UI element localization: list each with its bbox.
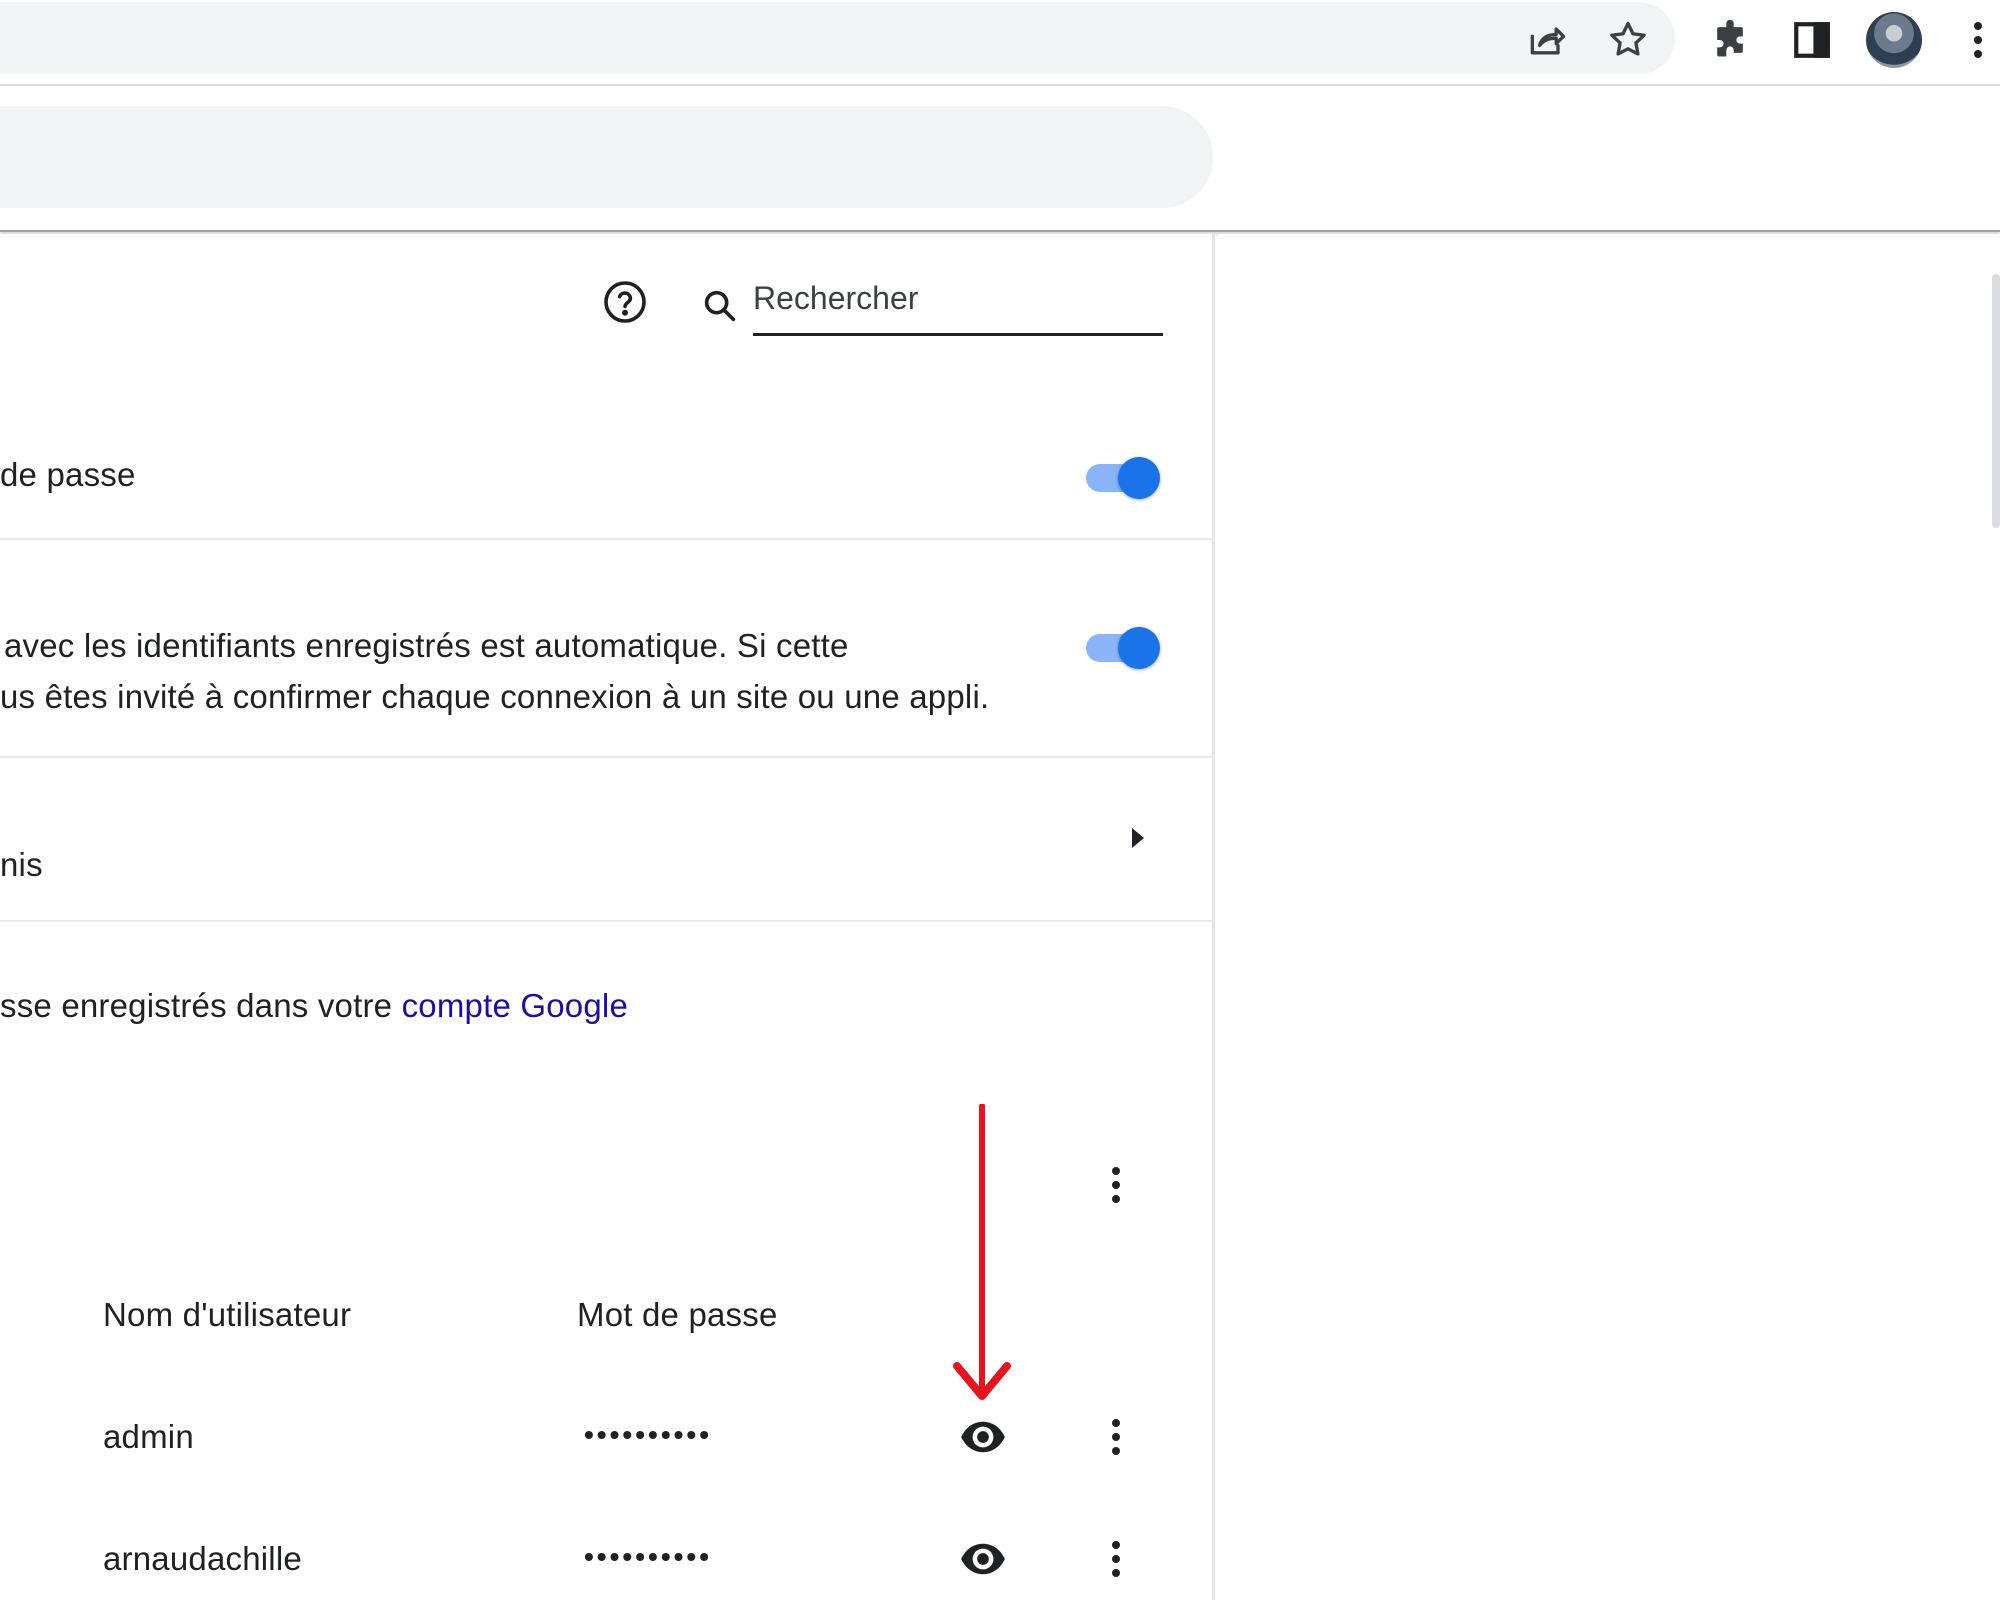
share-icon[interactable] <box>1519 12 1575 68</box>
account-note: sse enregistrés dans votre compte Google <box>0 987 628 1025</box>
eye-icon[interactable] <box>955 1531 1011 1587</box>
avatar[interactable] <box>1866 12 1922 68</box>
auto-signin-description-line2: us êtes invité à confirmer chaque connex… <box>0 678 990 715</box>
chevron-right-icon <box>1132 828 1144 848</box>
google-account-link[interactable]: compte Google <box>402 987 628 1024</box>
annotation-arrow <box>953 1104 1011 1400</box>
column-header-password: Mot de passe <box>577 1296 778 1333</box>
account-note-text: sse enregistrés dans votre <box>0 987 402 1024</box>
search-placeholder: Rechercher <box>753 280 919 316</box>
help-icon[interactable] <box>597 274 653 330</box>
offer-save-passwords-label: de passe <box>0 456 136 493</box>
password-cell: •••••••••• <box>584 1541 713 1572</box>
username-cell: admin <box>103 1418 194 1455</box>
never-saved-row[interactable] <box>0 758 1215 920</box>
auto-signin-toggle[interactable] <box>1082 625 1162 669</box>
eye-icon[interactable] <box>955 1409 1011 1465</box>
browser-toolbar <box>0 0 2000 86</box>
address-bar[interactable] <box>0 2 1675 74</box>
divider <box>0 538 1215 540</box>
row-menu-icon[interactable] <box>1096 1409 1136 1465</box>
divider <box>0 920 1215 922</box>
column-header-username: Nom d'utilisateur <box>103 1296 352 1333</box>
auto-signin-description-line1: avec les identifiants enregistrés est au… <box>4 627 849 664</box>
password-cell: •••••••••• <box>584 1419 713 1450</box>
menu-icon[interactable] <box>1958 12 1998 68</box>
username-cell: arnaudachille <box>103 1540 302 1577</box>
puzzle-icon[interactable] <box>1702 12 1758 68</box>
passwords-list-menu-icon[interactable] <box>1096 1157 1136 1213</box>
never-saved-label: nis <box>0 846 43 883</box>
content-background <box>1218 234 2000 1600</box>
offer-save-passwords-toggle[interactable] <box>1082 455 1162 499</box>
search-underline <box>753 333 1163 336</box>
search-icon <box>704 290 736 322</box>
settings-search-field[interactable] <box>0 106 1213 208</box>
star-icon[interactable] <box>1600 12 1656 68</box>
settings-header <box>0 88 2000 232</box>
row-menu-icon[interactable] <box>1096 1531 1136 1587</box>
scrollbar[interactable] <box>1992 274 2000 528</box>
password-search-input[interactable]: Rechercher <box>700 278 1164 336</box>
side-panel-icon[interactable] <box>1784 12 1840 68</box>
